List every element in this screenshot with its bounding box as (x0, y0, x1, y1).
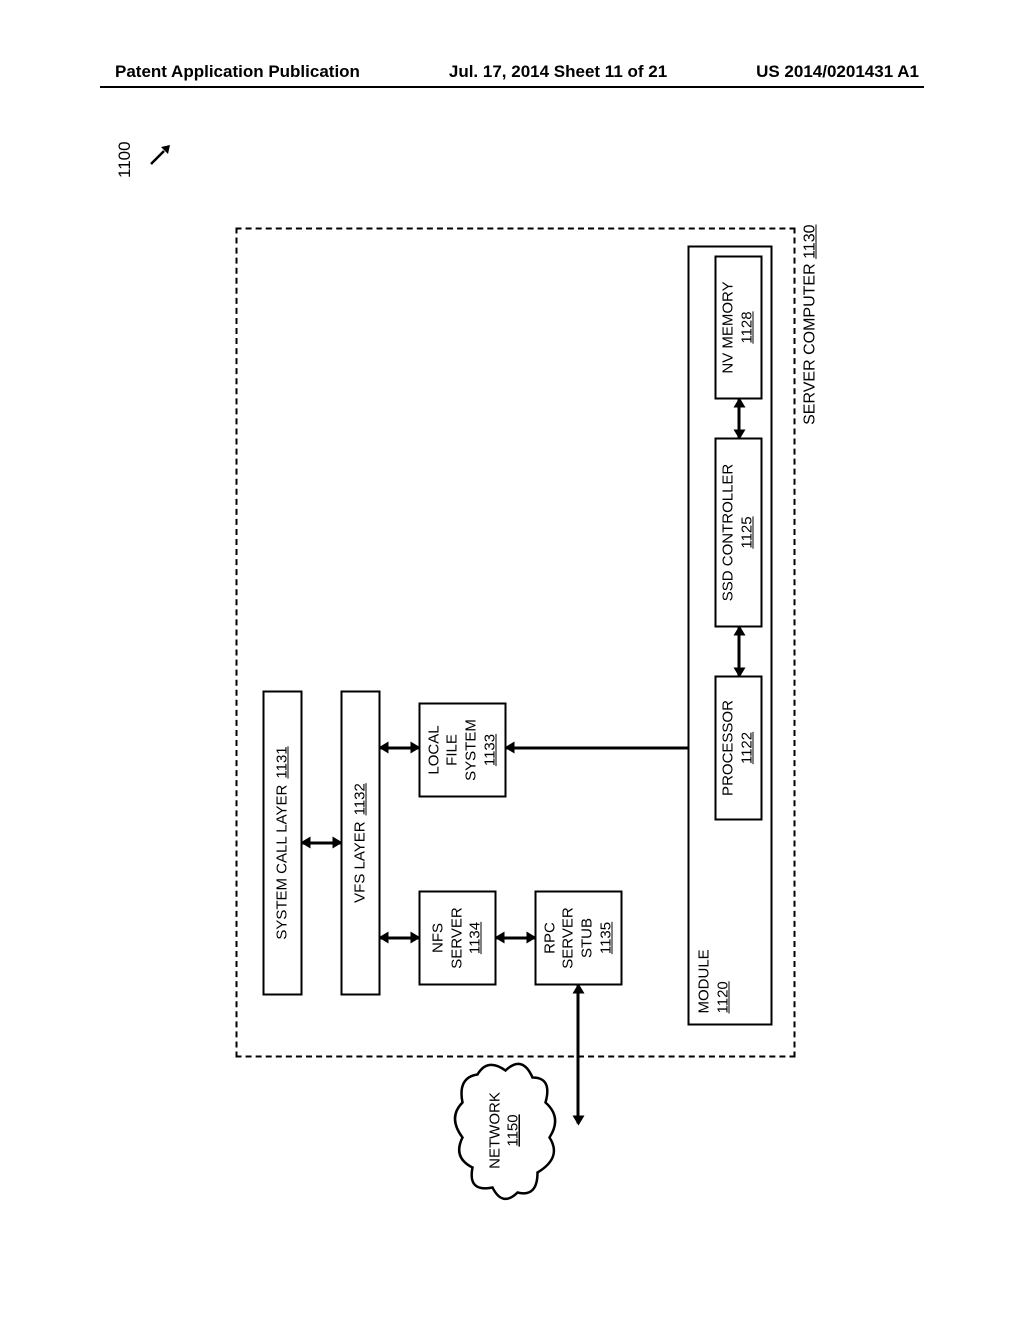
network-label: NETWORK (487, 1092, 504, 1169)
nv-memory-box: NV MEMORY 1128 (715, 256, 763, 400)
rpc-server-stub-box: RPC SERVER STUB 1135 (535, 891, 623, 986)
network-ref: 1150 (505, 1114, 522, 1146)
local-file-system-box: LOCAL FILE SYSTEM 1133 (419, 703, 507, 798)
diagram-area: NETWORK 1150 SERVER COMPUTER 1130 SYSTEM… (68, 278, 1013, 978)
figure-ref-label: 1100 (115, 141, 135, 178)
system-call-layer-box: SYSTEM CALL LAYER 1131 (263, 691, 303, 996)
server-computer-box: SERVER COMPUTER 1130 SYSTEM CALL LAYER 1… (236, 228, 796, 1058)
nfs-server-box: NFS SERVER 1134 (419, 891, 497, 986)
server-computer-label: SERVER COMPUTER 1130 (802, 225, 820, 425)
page: Patent Application Publication Jul. 17, … (0, 0, 1024, 1320)
header-rule (100, 86, 924, 88)
ssd-controller-box: SSD CONTROLLER 1125 (715, 438, 763, 628)
figure-ref-arrow-icon (148, 145, 170, 167)
network-cloud-icon: NETWORK 1150 (448, 1058, 568, 1203)
processor-box: PROCESSOR 1122 (715, 676, 763, 821)
vfs-layer-box: VFS LAYER 1132 (341, 691, 381, 996)
